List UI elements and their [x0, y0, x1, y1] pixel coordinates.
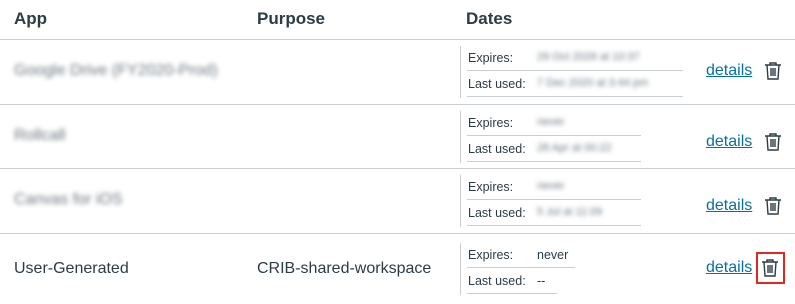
app-purpose: CRIB-shared-workspace — [257, 260, 432, 277]
last-used-line: Last used: 5 Jul at 11:09 — [460, 201, 684, 227]
expires-label: Expires: — [468, 51, 514, 65]
expires-value: 29 Oct 2026 at 10:37 — [537, 51, 640, 63]
expires-label: Expires: — [468, 248, 514, 262]
table-row: User-Generated CRIB-shared-workspace Exp… — [0, 234, 795, 304]
expires-value: never — [537, 180, 565, 192]
expires-line: Expires: never — [460, 111, 684, 137]
table-header: App Purpose Dates — [0, 0, 795, 40]
last-used-line: Last used: 28 Apr at 00:22 — [460, 137, 684, 163]
last-used-value: 28 Apr at 00:22 — [537, 142, 612, 154]
details-link[interactable]: details — [706, 62, 752, 80]
table-row: Google Drive (FY2020-Prod) Expires: 29 O… — [0, 40, 795, 105]
column-header-purpose: Purpose — [257, 9, 326, 28]
app-name: User-Generated — [14, 260, 129, 277]
column-header-app: App — [14, 9, 48, 28]
dates-cell: Expires: never Last used: -- — [460, 243, 684, 295]
last-used-line: Last used: 7 Dec 2020 at 3:44 pm — [460, 72, 684, 98]
expires-label: Expires: — [468, 116, 514, 130]
details-link[interactable]: details — [706, 197, 752, 215]
trash-icon[interactable] — [764, 61, 784, 83]
details-link[interactable]: details — [706, 259, 752, 277]
trash-icon[interactable] — [756, 252, 785, 284]
app-name: Google Drive (FY2020-Prod) — [14, 62, 218, 79]
trash-icon[interactable] — [764, 132, 784, 154]
last-used-label: Last used: — [468, 142, 526, 156]
expires-value: never — [537, 248, 569, 262]
dates-cell: Expires: never Last used: 28 Apr at 00:2… — [460, 111, 684, 163]
divider — [467, 267, 575, 268]
column-header-dates: Dates — [466, 9, 513, 28]
last-used-value: 7 Dec 2020 at 3:44 pm — [537, 77, 649, 89]
divider — [467, 293, 557, 294]
table-row: Canvas for iOS Expires: never Last used:… — [0, 169, 795, 234]
divider — [467, 225, 641, 226]
last-used-label: Last used: — [468, 274, 526, 288]
divider — [467, 135, 641, 136]
table-row: Rollcall Expires: never Last used: 28 Ap… — [0, 105, 795, 169]
divider — [467, 96, 683, 97]
trash-icon[interactable] — [764, 196, 784, 218]
dates-cell: Expires: 29 Oct 2026 at 10:37 Last used:… — [460, 46, 684, 98]
details-link[interactable]: details — [706, 133, 752, 151]
app-name: Rollcall — [14, 127, 66, 144]
expires-line: Expires: 29 Oct 2026 at 10:37 — [460, 46, 684, 72]
last-used-label: Last used: — [468, 77, 526, 91]
last-used-value: -- — [537, 274, 546, 288]
expires-label: Expires: — [468, 180, 514, 194]
expires-value: never — [537, 116, 565, 128]
last-used-value: 5 Jul at 11:09 — [537, 206, 603, 218]
divider — [467, 199, 641, 200]
divider — [467, 161, 641, 162]
last-used-line: Last used: -- — [460, 269, 684, 295]
expires-line: Expires: never — [460, 175, 684, 201]
last-used-label: Last used: — [468, 206, 526, 220]
divider — [467, 70, 683, 71]
access-tokens-table: App Purpose Dates Google Drive (FY2020-P… — [0, 0, 795, 304]
expires-line: Expires: never — [460, 243, 684, 269]
dates-cell: Expires: never Last used: 5 Jul at 11:09 — [460, 175, 684, 227]
app-name: Canvas for iOS — [14, 191, 123, 208]
